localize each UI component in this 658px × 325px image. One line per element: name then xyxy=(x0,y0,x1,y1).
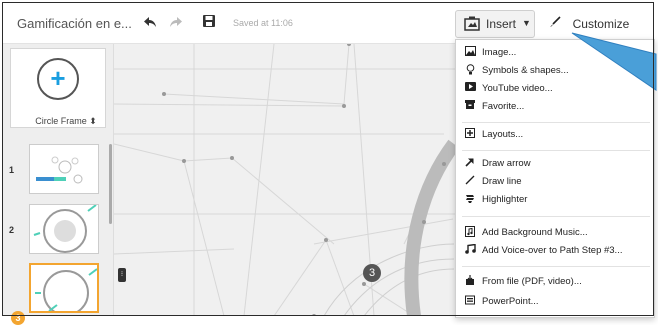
callout-arrow xyxy=(571,32,657,91)
